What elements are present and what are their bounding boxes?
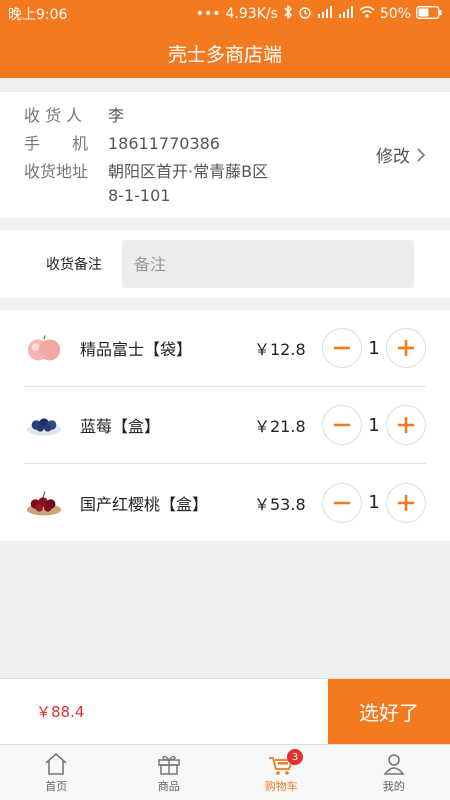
chevron-right-icon (417, 147, 426, 162)
list-item: 蓝莓【盒】 ￥21.8 1 (24, 387, 426, 464)
remark-label: 收货备注 (46, 257, 102, 273)
plus-icon (398, 417, 414, 433)
edit-address-button[interactable]: 修改 (376, 142, 426, 167)
address-line-2: 8-1-101 (108, 186, 171, 205)
tab-label: 商品 (157, 779, 180, 793)
blueberry-icon (24, 410, 64, 440)
quantity-stepper: 1 (322, 405, 426, 445)
decrease-button[interactable] (322, 405, 362, 445)
tab-home[interactable]: 首页 (0, 745, 113, 800)
increase-button[interactable] (386, 482, 426, 523)
phone-label: 手 机 (24, 134, 89, 153)
increase-button[interactable] (386, 405, 426, 445)
title-bar: 壳士多商店端 (0, 28, 450, 78)
order-total: ￥88.4 (36, 703, 85, 721)
battery-icon (416, 5, 442, 23)
product-price: ￥12.8 (254, 340, 306, 359)
product-price: ￥53.8 (254, 494, 306, 514)
phone-row: 手 机 18611770386 (24, 130, 426, 158)
minus-icon (334, 423, 350, 427)
apple-icon (24, 333, 64, 363)
status-time: 晚上9:06 (8, 7, 68, 23)
tab-label: 购物车 (264, 779, 298, 793)
tab-products[interactable]: 商品 (113, 745, 226, 800)
confirm-button[interactable]: 选好了 (328, 678, 450, 745)
receiver-label: 收 货 人 (24, 106, 83, 125)
decrease-button[interactable] (322, 328, 362, 368)
quantity-stepper: 1 (322, 482, 426, 523)
alarm-icon (298, 5, 312, 23)
list-item: 精品富士【袋】 ￥12.8 1 (24, 310, 426, 387)
wifi-icon (359, 6, 375, 22)
gift-icon (158, 755, 180, 775)
quantity-value: 1 (368, 414, 380, 436)
address-row: 收货地址 朝阳区首开·常青藤B区 8-1-101 (24, 158, 426, 208)
tab-cart[interactable]: 3 购物车 (225, 745, 338, 800)
tab-label: 首页 (45, 779, 68, 793)
checkout-bar: ￥88.4 选好了 (0, 678, 450, 745)
address-label: 收货地址 (24, 162, 89, 181)
address-value: 朝阳区首开·常青藤B区 8-1-101 (108, 160, 268, 208)
address-card[interactable]: 收 货 人 李 手 机 18611770386 收货地址 朝阳区首开·常青藤B区… (0, 92, 450, 218)
dots-icon: ••• (195, 6, 221, 22)
quantity-value: 1 (368, 492, 380, 513)
quantity-stepper: 1 (322, 328, 426, 368)
status-icons: ••• 4.93K/s 50% (195, 4, 442, 23)
minus-icon (334, 501, 350, 504)
list-item: 国产红樱桃【盒】 ￥53.8 1 (24, 464, 426, 541)
battery-level: 50% (379, 6, 411, 22)
minus-icon (334, 346, 350, 350)
signal-icon (338, 6, 354, 22)
status-bar: 晚上9:06 ••• 4.93K/s 50% (0, 0, 450, 28)
home-icon (45, 752, 67, 775)
plus-icon (398, 494, 414, 511)
plus-icon (398, 340, 414, 356)
page-title: 壳士多商店端 (167, 43, 282, 66)
phone-value: 18611770386 (108, 134, 220, 153)
network-speed: 4.93K/s (225, 6, 278, 22)
tab-profile[interactable]: 我的 (338, 745, 450, 800)
receiver-row: 收 货 人 李 (24, 102, 426, 130)
receiver-value: 李 (108, 106, 125, 125)
decrease-button[interactable] (322, 482, 362, 523)
signal-hd-icon (317, 6, 333, 22)
user-icon (383, 753, 405, 775)
quantity-value: 1 (368, 337, 380, 359)
product-list: 精品富士【袋】 ￥12.8 1 蓝莓【盒】 ￥21.8 1 国产红樱桃【盒】 ￥… (0, 310, 450, 541)
tab-bar: 首页 商品 3 购物车 我的 (0, 744, 450, 800)
cherry-icon (24, 488, 64, 518)
product-price: ￥21.8 (254, 417, 306, 436)
edit-label: 修改 (376, 147, 410, 167)
bluetooth-icon (283, 4, 293, 23)
address-line-1: 朝阳区首开·常青藤B区 (108, 162, 269, 181)
remark-section: 收货备注 (0, 230, 450, 298)
cart-badge: 3 (287, 749, 303, 765)
increase-button[interactable] (386, 328, 426, 368)
remark-input[interactable] (122, 240, 414, 288)
tab-label: 我的 (382, 779, 405, 793)
